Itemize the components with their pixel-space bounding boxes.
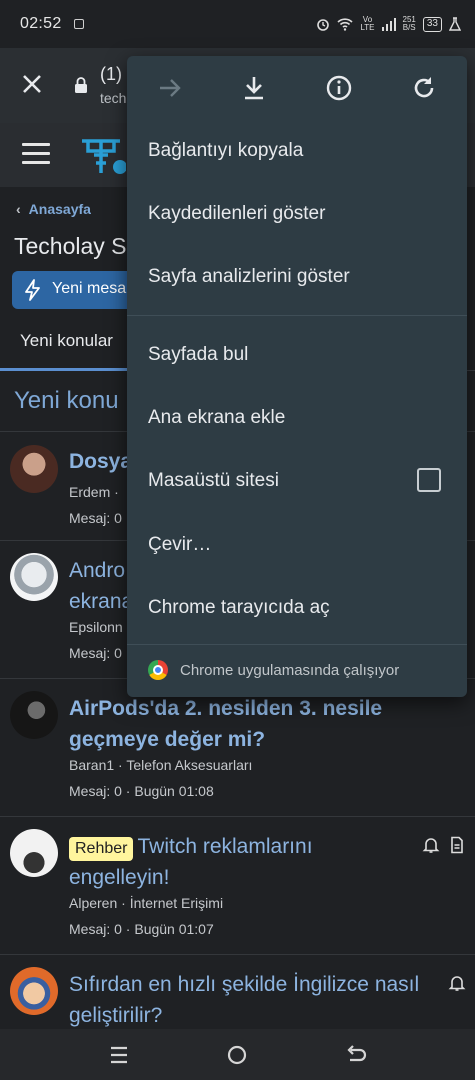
thread-title-line2: geçmeye değer mi? [69,728,266,751]
speed-unit: B/S [402,23,416,32]
menu-divider [127,644,467,645]
thread-stats: Mesaj: 0 · Bugün 01:07 [69,921,214,937]
guide-badge: Rehber [69,837,134,861]
back-icon[interactable] [344,1043,368,1067]
battery-indicator: 33 [422,16,442,32]
flask-icon [449,17,461,31]
home-icon[interactable] [225,1043,249,1067]
thread-title[interactable]: AirPods'da 2. nesilden 3. nesile geçmeye… [69,693,399,755]
menu-find-in-page[interactable]: Sayfada bul [148,344,248,366]
menu-divider [127,315,467,316]
menu-copy-link[interactable]: Bağlantıyı kopyala [148,140,303,162]
refresh-icon[interactable] [410,74,438,102]
info-icon[interactable] [325,74,353,102]
menu-translate[interactable]: Çevir… [148,534,211,556]
avatar[interactable] [10,967,58,1015]
new-message-label: Yeni mesa [52,280,127,297]
document-icon[interactable] [448,836,466,854]
thread-meta: Alperen · İnternet Erişimi [69,895,224,911]
breadcrumb[interactable]: ‹ Anasayfa [16,201,91,217]
status-bar: 02:52 Vo LTE 251 B/S 33 [0,0,475,48]
avatar[interactable] [10,445,58,493]
download-icon[interactable] [240,74,268,102]
avatar[interactable] [10,553,58,601]
desktop-site-checkbox[interactable] [417,468,441,492]
chrome-icon [148,660,168,680]
breadcrumb-home[interactable]: Anasayfa [29,201,91,217]
thread-title-line2: geliştirilir? [69,1004,163,1027]
thread-meta: Erdem · [69,484,119,500]
wifi-icon [337,17,353,31]
overflow-menu: Bağlantıyı kopyala Kaydedilenleri göster… [127,56,467,697]
menu-action-row [127,56,467,120]
status-time: 02:52 [20,15,62,32]
thread-title[interactable]: Rehber Twitch reklamlarını engelleyin! [69,831,399,893]
menu-add-to-home[interactable]: Ana ekrana ekle [148,407,285,429]
section-title: Yeni konu [14,387,119,414]
avatar[interactable] [10,829,58,877]
chevron-left-icon: ‹ [16,201,21,217]
menu-footer-note: Chrome uygulamasında çalışıyor [180,662,400,679]
thread-item[interactable]: AirPods'da 2. nesilden 3. nesile geçmeye… [0,678,475,816]
volte-bottom: LTE [360,23,375,32]
tab-title: (1) [100,64,122,84]
tab-url[interactable]: tech [100,90,126,106]
site-logo[interactable] [76,133,126,177]
menu-page-insights[interactable]: Sayfa analizlerini göster [148,266,350,288]
thread-title[interactable]: Sıfırdan en hızlı şekilde İngilizce nası… [69,969,439,1029]
thread-stats: Mesaj: 0 · Bugün 01:08 [69,783,214,799]
thread-meta: Baran1 · Telefon Aksesuarları [69,757,253,773]
bell-icon[interactable] [448,974,466,992]
avatar[interactable] [10,691,58,739]
thread-meta: Epsilonn [69,619,123,635]
alarm-icon [317,19,330,31]
bell-icon[interactable] [422,836,440,854]
thread-item[interactable]: Sıfırdan en hızlı şekilde İngilizce nası… [0,954,475,1029]
navigation-bar [0,1029,475,1080]
menu-desktop-site[interactable]: Masaüstü sitesi [148,470,279,492]
recents-icon[interactable] [107,1043,131,1067]
signal-icon [381,17,396,31]
menu-show-saved[interactable]: Kaydedilenleri göster [148,203,325,225]
volte-indicator: Vo LTE [360,16,374,32]
thread-item[interactable]: Rehber Twitch reklamlarını engelleyin! Al… [0,816,475,954]
thread-title-line2: engelleyin! [69,866,170,889]
thread-title-line1: AirPods'da 2. nesilden 3. nesile [69,697,383,720]
thread-title-line1: Twitch reklamlarını [137,835,313,858]
notification-icon [73,19,84,29]
forward-icon[interactable] [156,74,184,102]
thread-title-line1: Sıfırdan en hızlı şekilde İngilizce nası… [69,973,420,996]
page-title: Techolay S [14,233,127,259]
close-icon[interactable] [18,70,46,98]
tab-new-threads[interactable]: Yeni konular [0,321,133,371]
hamburger-icon[interactable] [22,143,50,167]
thread-stats: Mesaj: 0 [69,510,122,526]
bolt-icon [25,279,40,301]
thread-stats: Mesaj: 0 [69,645,122,661]
status-icons: Vo LTE 251 B/S 33 [316,16,461,32]
menu-open-in-chrome[interactable]: Chrome tarayıcıda aç [148,597,330,619]
lock-icon [75,77,87,93]
net-speed: 251 B/S [403,16,416,32]
